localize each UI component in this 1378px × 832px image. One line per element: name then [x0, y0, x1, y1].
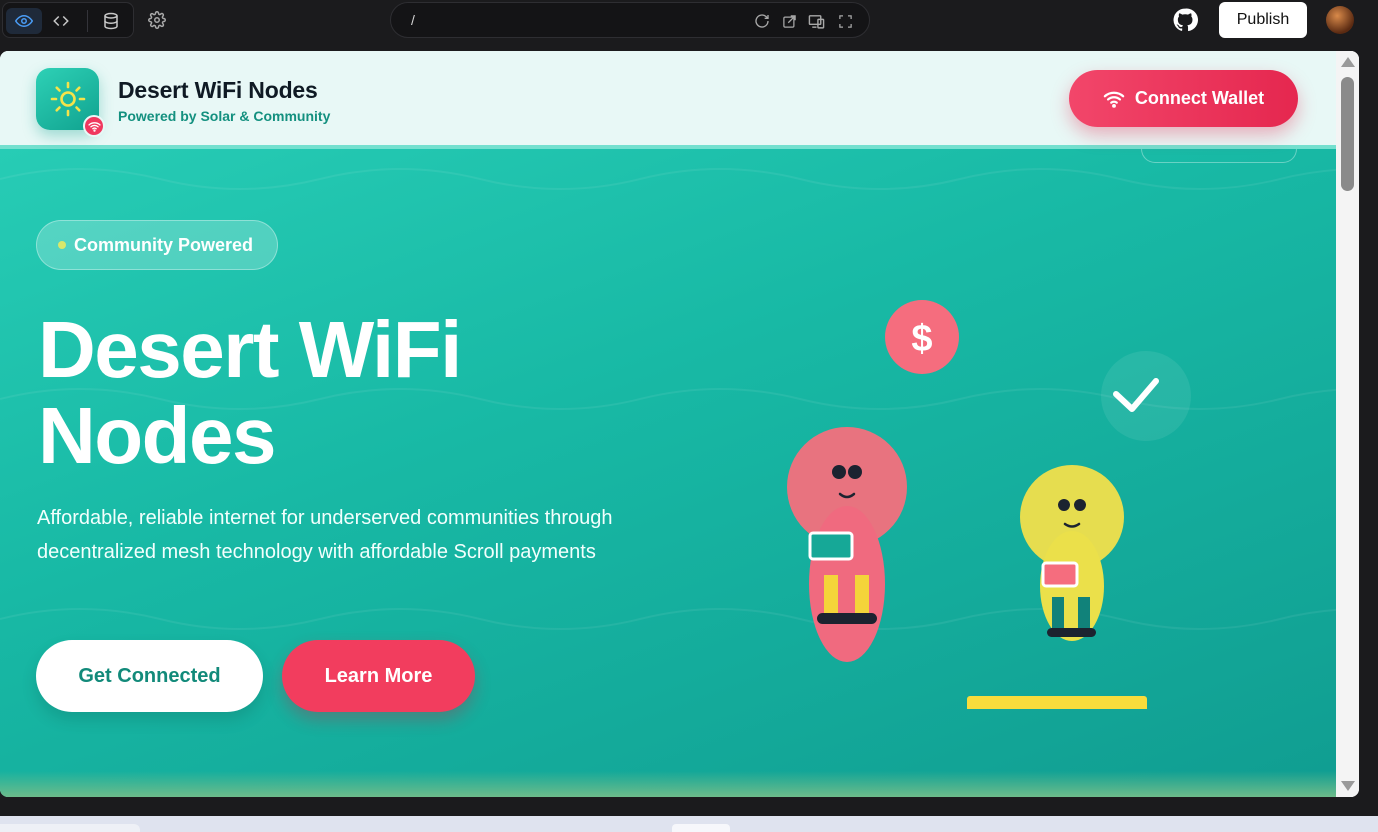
divider — [87, 10, 88, 32]
platform — [967, 696, 1147, 709]
connect-wallet-label: Connect Wallet — [1134, 88, 1265, 108]
check-icon — [1101, 351, 1191, 441]
hero-bottom-fade — [0, 771, 1336, 797]
open-external-icon[interactable] — [780, 12, 798, 30]
wifi-icon — [1103, 91, 1125, 108]
code-icon[interactable] — [43, 8, 79, 34]
preview-frame: Desert WiFi Nodes Powered by Solar & Com… — [0, 51, 1359, 797]
fullscreen-icon[interactable] — [836, 12, 854, 30]
hero-description: Affordable, reliable internet for unders… — [37, 507, 613, 563]
get-connected-button[interactable]: Get Connected — [36, 640, 263, 712]
avatar[interactable] — [1326, 6, 1354, 34]
editor-toolbar: / Publish — [0, 0, 1378, 40]
learn-more-button[interactable]: Learn More — [282, 640, 475, 712]
taskbar-tab[interactable] — [672, 824, 730, 832]
hero-title: Desert WiFi Nodes — [38, 307, 638, 479]
brand-subtitle: Powered by Solar & Community — [118, 108, 331, 124]
dollar-coin-icon: $ — [885, 300, 959, 374]
preview-eye-icon[interactable] — [6, 8, 42, 34]
decorative-pill — [1141, 149, 1297, 163]
publish-button[interactable]: Publish — [1219, 2, 1307, 38]
hero-section: Community Powered Desert WiFi Nodes Affo… — [0, 149, 1336, 797]
scroll-thumb[interactable] — [1341, 77, 1354, 191]
github-icon[interactable] — [1172, 7, 1198, 33]
scroll-up-icon[interactable] — [1341, 57, 1355, 67]
website-preview: Desert WiFi Nodes Powered by Solar & Com… — [0, 51, 1336, 797]
url-bar[interactable]: / — [390, 2, 870, 38]
connect-wallet-button[interactable]: Connect Wallet — [1069, 70, 1298, 127]
status-dot — [58, 241, 66, 249]
sun-icon — [50, 81, 86, 117]
view-mode-group — [2, 2, 134, 38]
brand-title: Desert WiFi Nodes — [118, 77, 318, 103]
coin-symbol: $ — [911, 318, 932, 360]
hero-illustration: $ — [787, 300, 1191, 709]
gear-icon[interactable] — [146, 9, 168, 31]
scroll-down-icon[interactable] — [1341, 781, 1355, 791]
logo[interactable] — [36, 68, 105, 137]
url-text[interactable]: / — [411, 12, 415, 28]
taskbar-tab[interactable] — [0, 824, 140, 832]
badge-label: Community Powered — [74, 234, 254, 255]
pink-character — [787, 427, 907, 662]
community-badge: Community Powered — [36, 220, 278, 270]
scrollbar[interactable] — [1336, 51, 1359, 797]
refresh-icon[interactable] — [753, 12, 771, 30]
hero-title-line1: Desert WiFi — [38, 305, 462, 394]
yellow-character — [1020, 465, 1124, 641]
site-header: Desert WiFi Nodes Powered by Solar & Com… — [0, 51, 1336, 149]
hero-title-line2: Nodes — [38, 391, 277, 480]
wifi-badge-icon — [83, 115, 105, 137]
responsive-devices-icon[interactable] — [807, 12, 825, 30]
database-icon[interactable] — [93, 8, 129, 34]
